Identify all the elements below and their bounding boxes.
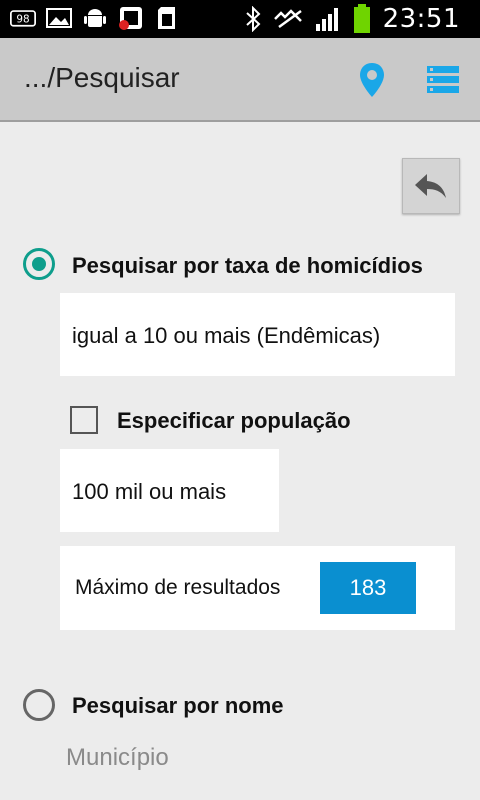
status-notifications: 98	[10, 6, 180, 30]
max-results-label: Máximo de resultados	[75, 576, 281, 599]
rate-value: igual a 10 ou mais (Endêmicas)	[72, 323, 381, 348]
action-bar: .../Pesquisar	[0, 38, 480, 122]
image-icon	[46, 6, 72, 30]
reply-arrow-icon	[415, 174, 446, 198]
signal-icon	[315, 8, 338, 31]
mute-icon	[273, 9, 302, 29]
search-name-label[interactable]: Pesquisar por nome	[72, 693, 284, 719]
app-icon	[118, 6, 144, 30]
notification-badge-text: 98	[16, 13, 29, 25]
android-icon	[82, 6, 108, 30]
clock: 23:51	[382, 4, 460, 34]
notification-98-icon: 98	[10, 6, 36, 30]
status-system: 23:51	[245, 4, 460, 34]
radio-search-rate[interactable]	[23, 248, 55, 280]
map-pin-icon[interactable]	[358, 62, 386, 98]
status-bar: 98 23:51	[0, 0, 480, 38]
population-checkbox[interactable]	[70, 406, 98, 434]
population-selector[interactable]: 100 mil ou mais	[60, 449, 279, 532]
radio-search-name[interactable]	[23, 689, 55, 721]
population-value: 100 mil ou mais	[72, 479, 227, 504]
rate-selector[interactable]: igual a 10 ou mais (Endêmicas)	[60, 293, 455, 376]
municipality-input[interactable]: Município	[66, 744, 169, 772]
back-button[interactable]	[402, 158, 460, 214]
bluetooth-icon	[245, 6, 261, 32]
population-label[interactable]: Especificar população	[117, 408, 351, 434]
max-results-button[interactable]: 183	[320, 562, 416, 614]
sd-card-icon	[154, 6, 180, 30]
search-rate-label[interactable]: Pesquisar por taxa de homicídios	[72, 253, 423, 279]
page-title[interactable]: .../Pesquisar	[24, 62, 180, 94]
list-menu-icon[interactable]	[426, 64, 460, 96]
battery-icon	[353, 4, 370, 33]
